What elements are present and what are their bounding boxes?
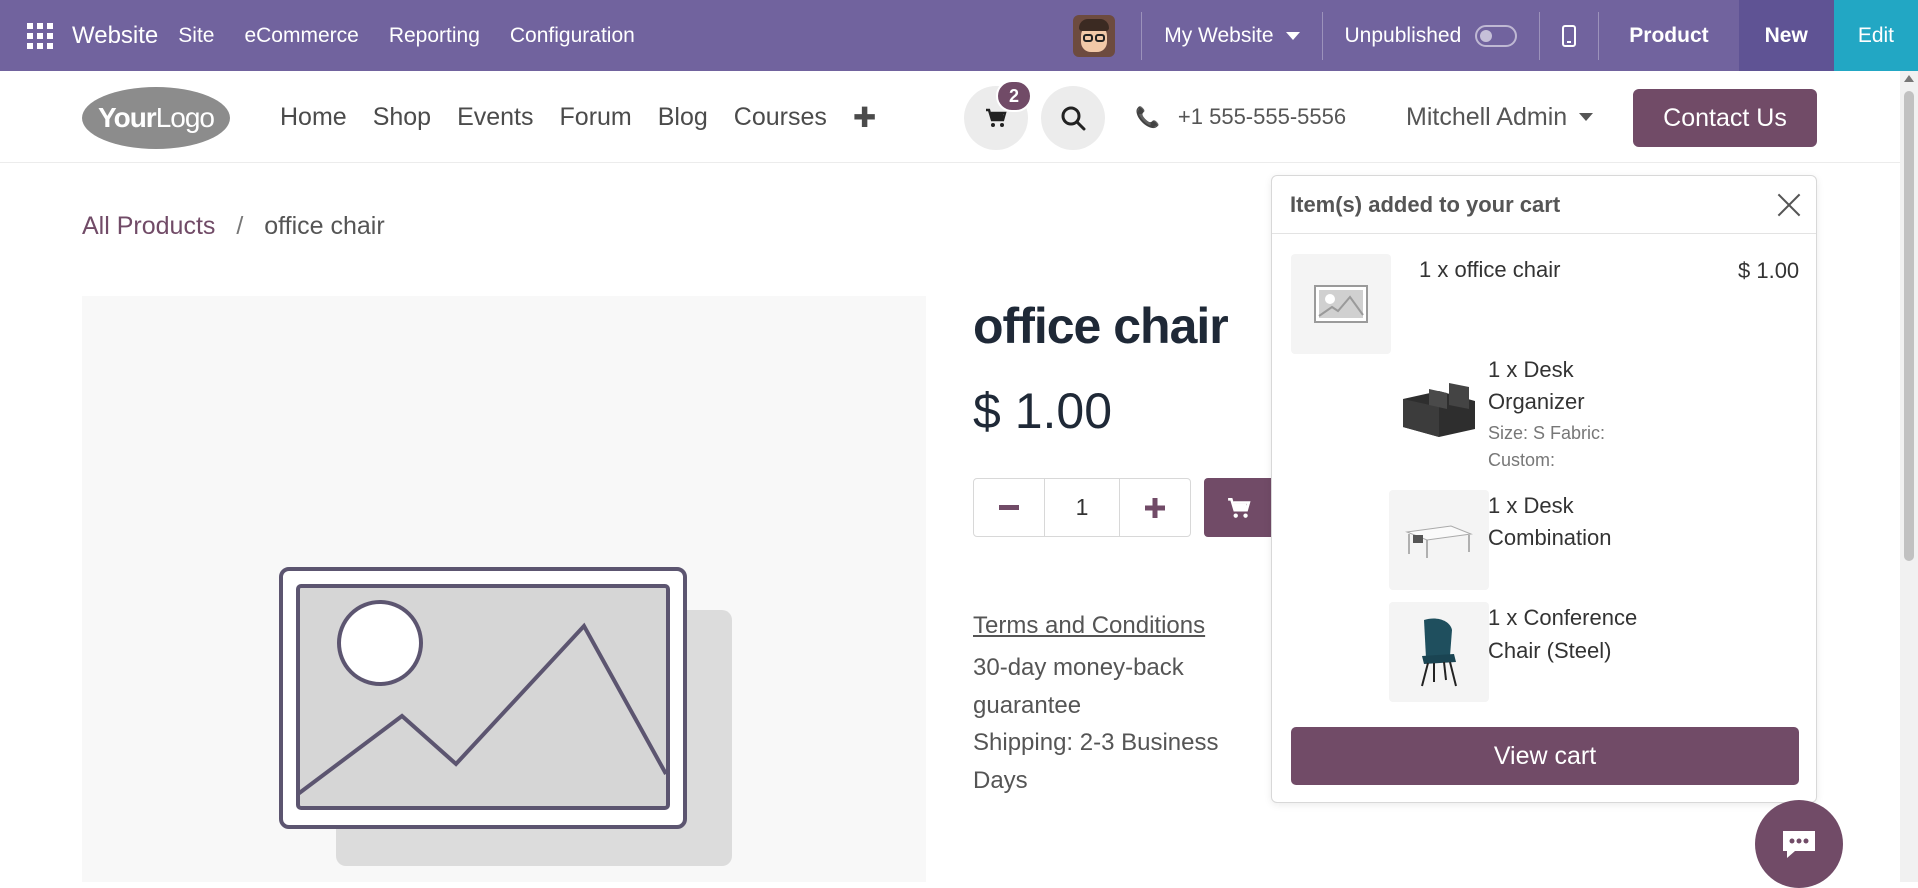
phone-number: +1 555-555-5556: [1177, 104, 1347, 129]
user-avatar[interactable]: [1073, 14, 1116, 57]
cart-count-badge: 2: [996, 80, 1032, 112]
nav-shop[interactable]: Shop: [373, 103, 431, 132]
top-bar-actions: My Website Unpublished Product New Edit: [1073, 0, 1918, 71]
search-icon: [1061, 106, 1086, 131]
scrollbar-thumb[interactable]: [1904, 91, 1914, 561]
website-selector-label: My Website: [1164, 23, 1274, 47]
menu-configuration[interactable]: Configuration: [510, 24, 635, 48]
image-placeholder-icon: [1314, 285, 1368, 323]
nav-forum[interactable]: Forum: [560, 103, 632, 132]
minus-icon: [999, 504, 1019, 510]
add-to-cart-button[interactable]: [1204, 478, 1274, 537]
guarantee-text-line1: 30-day money-back: [973, 654, 1184, 681]
mobile-icon: [1562, 24, 1577, 47]
terms-link[interactable]: Terms and Conditions: [973, 612, 1205, 640]
product-title: office chair: [973, 298, 1229, 354]
caret-down-icon: [1579, 113, 1594, 121]
view-cart-button[interactable]: View cart: [1291, 727, 1799, 785]
site-logo[interactable]: Your Logo: [82, 87, 230, 149]
cart-item-thumbnail: [1291, 254, 1391, 354]
mobile-preview-button[interactable]: [1540, 0, 1598, 71]
phone-icon: 📞: [1135, 106, 1160, 129]
toggle-switch-icon: [1475, 24, 1518, 47]
website-selector[interactable]: My Website: [1142, 0, 1321, 71]
cart-item-name-line1: 1 x Conference: [1488, 605, 1638, 630]
cart-item-thumbnail: [1389, 602, 1489, 702]
chat-icon: [1783, 831, 1815, 858]
cart-icon: [1228, 497, 1251, 518]
edit-button[interactable]: Edit: [1833, 0, 1918, 71]
scroll-up-arrow-icon[interactable]: [1904, 75, 1914, 82]
shipping-text-line1: Shipping: 2-3 Business: [973, 729, 1219, 756]
breadcrumb-separator: /: [236, 212, 244, 240]
page-scrollbar[interactable]: [1900, 71, 1918, 882]
add-menu-plus-icon[interactable]: ✚: [853, 101, 876, 134]
popover-title: Item(s) added to your cart: [1272, 176, 1816, 234]
desk-organizer-icon: [1403, 383, 1475, 437]
publish-toggle[interactable]: Unpublished: [1323, 0, 1540, 71]
new-button[interactable]: New: [1738, 0, 1834, 71]
guarantee-text-line2: guarantee: [973, 692, 1082, 719]
main-nav: Home Shop Events Forum Blog Courses ✚: [280, 71, 876, 163]
menu-site[interactable]: Site: [178, 24, 214, 48]
search-button[interactable]: [1041, 86, 1105, 150]
product-image[interactable]: [82, 296, 926, 882]
app-name[interactable]: Website: [72, 22, 158, 50]
increase-quantity-button[interactable]: [1120, 479, 1190, 536]
decrease-quantity-button[interactable]: [974, 479, 1044, 536]
close-icon[interactable]: [1776, 192, 1802, 218]
cart-item-thumbnail: [1389, 354, 1489, 454]
menu-reporting[interactable]: Reporting: [389, 24, 480, 48]
product-button[interactable]: Product: [1599, 0, 1738, 71]
user-name: Mitchell Admin: [1406, 102, 1568, 131]
image-placeholder-icon: [279, 567, 732, 866]
website-header: Your Logo Home Shop Events Forum Blog Cou…: [0, 71, 1900, 163]
cart-item-name: 1 x office chair: [1419, 257, 1561, 282]
cart-item-thumbnail: [1389, 490, 1489, 590]
nav-courses[interactable]: Courses: [734, 103, 827, 132]
cart-item-attributes-line2: Custom:: [1488, 450, 1556, 470]
nav-events[interactable]: Events: [457, 103, 533, 132]
caret-down-icon: [1285, 31, 1300, 40]
breadcrumb: All Products / office chair: [82, 212, 385, 241]
contact-us-button[interactable]: Contact Us: [1633, 89, 1817, 147]
live-chat-button[interactable]: [1755, 800, 1843, 888]
publish-status-label: Unpublished: [1344, 23, 1462, 47]
desk-combination-icon: [1405, 525, 1473, 558]
conference-chair-icon: [1421, 618, 1457, 687]
cart-item-name-line1: 1 x Desk: [1488, 493, 1574, 518]
cart-item-name-line2: Chair (Steel): [1488, 638, 1612, 663]
phone-link[interactable]: 📞 +1 555-555-5556: [1135, 71, 1346, 163]
cart-item-price: $ 1.00: [1738, 258, 1800, 283]
breadcrumb-all-products[interactable]: All Products: [82, 212, 215, 240]
cart-button[interactable]: 2: [964, 80, 1032, 150]
product-price: $ 1.00: [973, 383, 1113, 439]
breadcrumb-current: office chair: [264, 212, 385, 240]
odoo-top-bar: Website Site eCommerce Reporting Configu…: [0, 0, 1918, 71]
app-grid-icon[interactable]: [20, 16, 60, 56]
menu-ecommerce[interactable]: eCommerce: [244, 24, 358, 48]
cart-item-name-line2: Organizer: [1488, 389, 1585, 414]
nav-home[interactable]: Home: [280, 103, 347, 132]
nav-blog[interactable]: Blog: [658, 103, 708, 132]
quantity-input[interactable]: 1: [1044, 479, 1120, 536]
quantity-stepper: 1: [973, 478, 1191, 537]
plus-icon: [1145, 497, 1165, 518]
shipping-text-line2: Days: [973, 767, 1028, 794]
cart-item-name-line2: Combination: [1488, 525, 1612, 550]
cart-item-name-line1: 1 x Desk: [1488, 357, 1574, 382]
cart-item-attributes-line1: Size: S Fabric:: [1488, 423, 1606, 443]
user-menu[interactable]: Mitchell Admin: [1406, 71, 1594, 163]
cart-notification-popover: Item(s) added to your cart 1 x office ch…: [1271, 175, 1817, 803]
cart-icon: [986, 108, 1007, 127]
